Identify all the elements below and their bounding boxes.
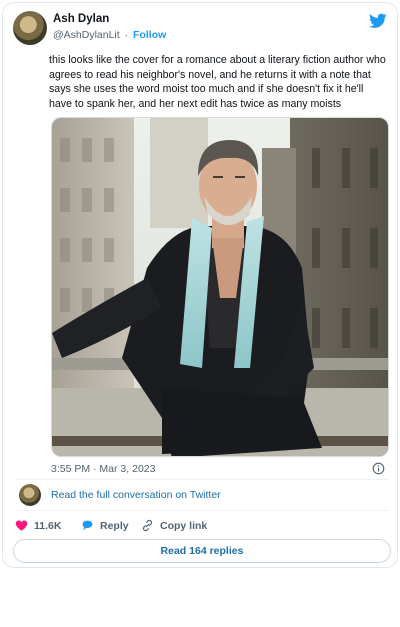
twitter-bird-icon[interactable] (369, 13, 387, 29)
heart-icon (15, 520, 28, 531)
reply-bubble-icon (82, 520, 93, 531)
tweet-photo[interactable] (51, 117, 389, 457)
likes-count: 11.6K (34, 519, 62, 532)
read-replies-button[interactable]: Read 164 replies (13, 539, 391, 563)
divider (15, 510, 389, 511)
photo-illustration (52, 118, 388, 456)
author-handle[interactable]: @AshDylanLit (53, 29, 120, 41)
read-conversation-link[interactable]: Read the full conversation on Twitter (51, 489, 221, 501)
info-icon[interactable] (372, 462, 385, 475)
link-icon (142, 519, 153, 532)
reply-button[interactable]: Reply (81, 519, 129, 532)
author-name[interactable]: Ash Dylan (53, 13, 109, 25)
handle-separator: · (124, 29, 129, 41)
copy-link-label: Copy link (160, 519, 208, 532)
tweet-text: this looks like the cover for a romance … (49, 54, 386, 110)
divider (15, 479, 389, 480)
tweet-card: Ash Dylan @AshDylanLit · Follow this loo… (2, 2, 398, 568)
tweet-actions: 11.6K Reply Copy link (15, 519, 385, 535)
author-handle-line: @AshDylanLit · Follow (53, 29, 166, 41)
tweet-timestamp[interactable]: 3:55 PM · Mar 3, 2023 (51, 463, 155, 475)
author-avatar[interactable] (13, 11, 47, 45)
copy-link-button[interactable]: Copy link (141, 519, 207, 532)
tweet-header: Ash Dylan @AshDylanLit · Follow (13, 11, 389, 47)
reply-label: Reply (100, 519, 129, 532)
follow-button[interactable]: Follow (133, 29, 166, 41)
conversation-avatar (19, 484, 41, 506)
like-button[interactable]: 11.6K (15, 519, 61, 532)
